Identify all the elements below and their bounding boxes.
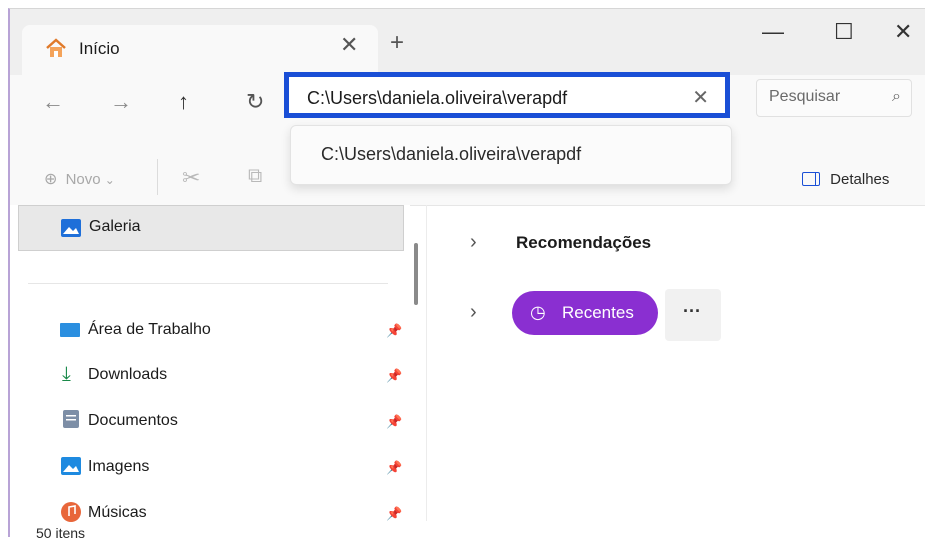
more-icon: ···	[683, 301, 701, 321]
details-pane-icon	[802, 172, 820, 186]
documents-icon	[63, 410, 79, 428]
tab-inicio[interactable]: Início ✕	[22, 25, 378, 77]
pane-divider	[426, 205, 427, 521]
more-options-button[interactable]: ···	[665, 289, 721, 341]
up-arrow-icon[interactable]: ↑	[178, 89, 189, 115]
title-bar: Início ✕ + — ☐ ✕	[10, 9, 925, 77]
pin-icon[interactable]: 📌	[386, 414, 402, 430]
music-icon	[61, 502, 81, 522]
chevron-right-icon[interactable]: ›	[470, 231, 477, 254]
minimize-button[interactable]: —	[762, 19, 784, 45]
sidebar-scrollbar[interactable]	[414, 243, 418, 305]
plus-circle-icon: ⊕	[44, 171, 58, 188]
close-window-button[interactable]: ✕	[894, 19, 912, 45]
recent-label: Recentes	[562, 303, 634, 322]
clear-icon[interactable]: ✕	[692, 85, 709, 110]
search-icon[interactable]: ⌕	[892, 88, 901, 106]
back-arrow-icon[interactable]: ←	[42, 89, 64, 115]
search-input[interactable]: Pesquisar	[769, 88, 840, 106]
copy-icon[interactable]: ⧉	[248, 165, 262, 188]
sidebar-item-label: Downloads	[88, 366, 168, 383]
chevron-right-icon[interactable]: ›	[470, 301, 477, 324]
clock-icon: ◷	[530, 302, 546, 322]
details-label: Detalhes	[830, 171, 890, 188]
download-icon: ⤓	[62, 363, 71, 385]
pin-icon[interactable]: 📌	[386, 323, 402, 339]
tab-close-icon[interactable]: ✕	[340, 32, 358, 58]
recent-button[interactable]: ◷ Recentes	[512, 291, 658, 335]
recommendations-header[interactable]: Recomendações	[516, 233, 651, 253]
home-icon	[46, 38, 66, 57]
cut-icon[interactable]: ✂	[182, 165, 200, 191]
tab-title: Início	[79, 39, 120, 58]
new-tab-button[interactable]: +	[390, 29, 404, 57]
pictures-icon	[61, 457, 81, 475]
maximize-button[interactable]: ☐	[834, 19, 854, 45]
toolbar-divider	[157, 159, 158, 195]
details-button[interactable]: Detalhes	[802, 171, 889, 188]
address-bar[interactable]: C:\Users\daniela.oliveira\verapdf ✕	[284, 72, 730, 118]
sidebar-divider	[28, 283, 388, 284]
forward-arrow-icon[interactable]: →	[110, 89, 132, 115]
new-button-label: Novo	[65, 171, 101, 188]
new-button[interactable]: ⊕ Novo ⌄	[44, 169, 115, 189]
navigation-pane: Galeria Área de Trabalho 📌 ⤓ Downloads 📌…	[10, 205, 410, 522]
sidebar-item-label: Imagens	[88, 458, 150, 475]
pin-icon[interactable]: 📌	[386, 368, 402, 384]
search-box[interactable]: Pesquisar ⌕	[756, 79, 912, 117]
sidebar-item-label: Galeria	[89, 218, 141, 235]
sidebar-item-label: Documentos	[88, 412, 178, 429]
sidebar-item-galeria[interactable]: Galeria	[18, 205, 404, 251]
pin-icon[interactable]: 📌	[386, 460, 402, 476]
refresh-icon[interactable]: ↻	[246, 89, 264, 115]
gallery-icon	[61, 219, 81, 237]
item-count: 50 itens	[36, 525, 86, 541]
address-suggestion-item[interactable]: C:\Users\daniela.oliveira\verapdf	[321, 144, 581, 165]
desktop-icon	[60, 323, 80, 337]
chevron-down-icon: ⌄	[104, 173, 115, 187]
address-input[interactable]: C:\Users\daniela.oliveira\verapdf	[307, 88, 567, 109]
sidebar-item-label: Área de Trabalho	[88, 321, 211, 338]
address-suggestions: C:\Users\daniela.oliveira\verapdf	[290, 125, 732, 185]
sidebar-item-label: Músicas	[88, 504, 147, 521]
pin-icon[interactable]: 📌	[386, 506, 402, 522]
